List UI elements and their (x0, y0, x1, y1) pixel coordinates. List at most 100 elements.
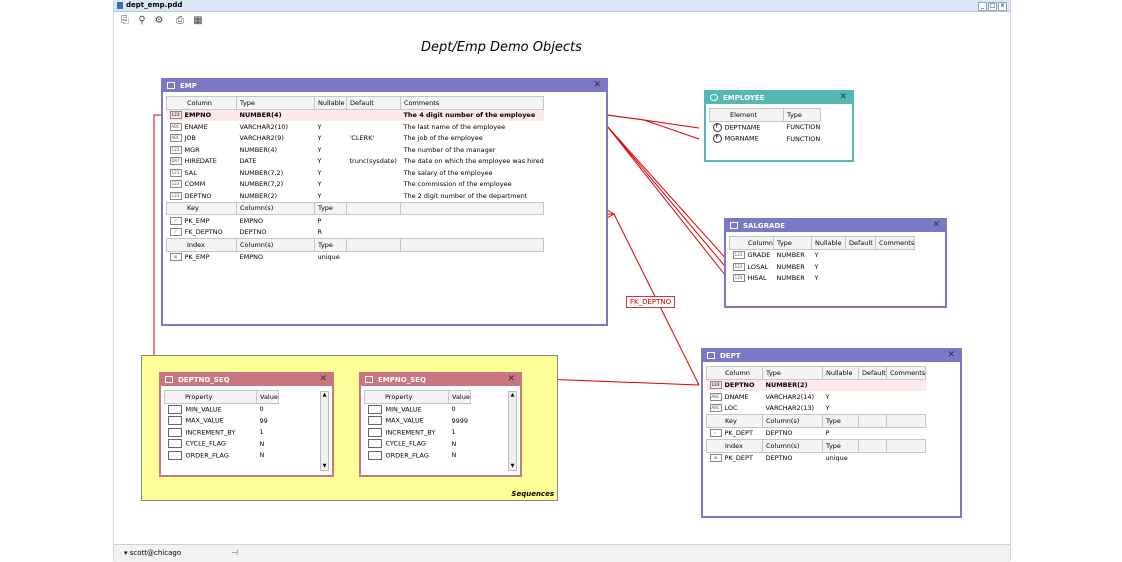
table-row[interactable]: INCREMENT_BY 1 (165, 427, 279, 439)
column-header[interactable]: Type (773, 236, 812, 250)
key-row[interactable]: ✓ FK_DEPTNO DEPTNO R (167, 227, 544, 239)
column-header[interactable]: Default (845, 236, 876, 250)
key-header[interactable]: Type (314, 201, 347, 215)
deptno-seq-header[interactable]: DEPTNO_SEQ ✕ (161, 374, 332, 386)
close-icon[interactable]: ✕ (507, 374, 515, 384)
column-header[interactable]: Type (783, 108, 821, 122)
vertical-scrollbar[interactable]: ▲ ▼ (320, 391, 329, 471)
column-header[interactable]: Column (166, 96, 237, 110)
table-row[interactable]: 123 DEPTNO NUMBER(2) (706, 379, 926, 391)
employee-header[interactable]: EMPLOYEE ✕ (706, 92, 852, 104)
key-row[interactable]: ✓ PK_DEPT DEPTNO P (707, 427, 926, 440)
column-header[interactable]: Property (364, 390, 449, 404)
column-header[interactable]: Column (729, 236, 774, 250)
table-row[interactable]: 123 MGR NUMBER(4) Y The number of the man… (167, 144, 544, 156)
table-row[interactable]: 123 LOSAL NUMBER Y (730, 261, 915, 273)
table-row[interactable]: DAT HIREDATE DATE Y trunc(sysdate) The da… (167, 156, 544, 168)
table-row[interactable]: ABC ENAME VARCHAR2(10) Y The last name of… (167, 121, 544, 133)
dept-table-panel[interactable]: DEPT ✕ Column Type Nullable Default Comm… (701, 348, 962, 518)
table-row[interactable]: MIN_VALUE 0 (165, 403, 279, 415)
table-row[interactable]: ABC DNAME VARCHAR2(14) Y (707, 391, 926, 403)
column-header[interactable]: Value (448, 390, 471, 404)
empno-seq-panel[interactable]: EMPNO_SEQ ✕ Property Value MIN_VALUE 0 MA… (359, 372, 522, 477)
index-header[interactable]: Type (822, 439, 859, 453)
table-row[interactable]: MAX_VALUE 99 (165, 415, 279, 427)
table-row[interactable]: 123 GRADE NUMBER Y (730, 249, 915, 261)
table-row[interactable]: MAX_VALUE 9999 (365, 415, 471, 427)
pin-icon[interactable]: ⊣ (231, 548, 238, 557)
table-row[interactable]: 123 EMPNO NUMBER(4) The 4 digit number of… (166, 109, 544, 121)
close-button[interactable]: × (998, 2, 1007, 11)
table-row[interactable]: 123 HISAL NUMBER Y (730, 273, 915, 285)
table-row[interactable]: ABC LOC VARCHAR2(13) Y (707, 403, 926, 415)
maximize-button[interactable]: □ (988, 2, 997, 11)
empno-seq-header[interactable]: EMPNO_SEQ ✕ (361, 374, 520, 386)
index-header[interactable]: Column(s) (236, 238, 315, 252)
scroll-up-icon[interactable]: ▲ (509, 392, 516, 399)
close-icon[interactable]: ✕ (947, 350, 955, 360)
column-header[interactable]: Nullable (314, 96, 347, 110)
close-icon[interactable]: ✕ (319, 374, 327, 384)
salgrade-header[interactable]: SALGRADE ✕ (726, 220, 945, 232)
column-header[interactable]: Nullable (811, 236, 846, 250)
grid-icon[interactable]: ▦ (192, 15, 204, 27)
table-row[interactable]: CYCLE_FLAG N (165, 438, 279, 450)
column-header[interactable]: Comments (399, 96, 545, 110)
fk-deptno-label[interactable]: FK_DEPTNO (626, 296, 676, 308)
vertical-scrollbar[interactable]: ▲ ▼ (508, 391, 517, 471)
dept-header[interactable]: DEPT ✕ (703, 350, 960, 362)
key-header[interactable]: Type (822, 414, 859, 428)
column-header[interactable]: Comments (885, 366, 927, 380)
employee-type-panel[interactable]: EMPLOYEE ✕ Element Type F DEPTNAME FUNCTI… (704, 90, 854, 162)
table-row[interactable]: F MGRNAME FUNCTION (710, 133, 820, 145)
key-header[interactable]: Column(s) (236, 201, 315, 215)
column-header[interactable]: Nullable (822, 366, 859, 380)
column-header[interactable]: Comments (874, 236, 916, 250)
table-row[interactable]: 123 DEPTNO NUMBER(2) Y The 2 digit number… (167, 190, 544, 202)
emp-table-panel[interactable]: EMP ✕ Column Type Nullable Default Comme… (161, 78, 608, 326)
column-header[interactable]: Column (706, 366, 763, 380)
table-row[interactable]: F DEPTNAME FUNCTION (710, 121, 820, 133)
index-row[interactable]: ⊞ PK_EMP EMPNO unique (167, 251, 544, 263)
key-header[interactable]: Column(s) (762, 414, 823, 428)
index-row[interactable]: ⊞ PK_DEPT DEPTNO unique (707, 452, 926, 464)
index-header[interactable]: Column(s) (762, 439, 823, 453)
column-header[interactable]: Element (709, 108, 784, 122)
key-row[interactable]: ✓ PK_EMP EMPNO P (167, 215, 544, 227)
column-header[interactable]: Value (256, 390, 279, 404)
salgrade-table-panel[interactable]: SALGRADE ✕ Column Type Nullable Default … (724, 218, 947, 308)
settings-icon[interactable]: ⚙ (153, 15, 165, 27)
table-row[interactable]: 123 SAL NUMBER(7,2) Y The salary of the e… (167, 167, 544, 179)
emp-header[interactable]: EMP ✕ (163, 80, 606, 92)
diagram-canvas[interactable]: Dept/Emp Demo Objects FK_DEPTNO EMP ✕ Co… (114, 30, 1010, 544)
index-header[interactable]: Index (166, 238, 237, 252)
table-row[interactable]: CYCLE_FLAG N (365, 438, 471, 450)
scroll-down-icon[interactable]: ▼ (509, 463, 516, 470)
scroll-up-icon[interactable]: ▲ (321, 392, 328, 399)
table-row[interactable]: 123 COMM NUMBER(7,2) Y The commission of … (167, 179, 544, 191)
column-header[interactable]: Type (762, 366, 823, 380)
connection-selector[interactable]: ▾ scott@chicago (124, 549, 181, 557)
close-icon[interactable]: ✕ (932, 220, 940, 230)
table-row[interactable]: MIN_VALUE 0 (365, 403, 471, 415)
index-header[interactable]: Type (314, 238, 347, 252)
column-header[interactable]: Type (236, 96, 315, 110)
column-header[interactable]: Default (858, 366, 887, 380)
key-header[interactable]: Key (706, 414, 763, 428)
close-icon[interactable]: ✕ (593, 80, 601, 90)
zoom-icon[interactable]: ⚲ (136, 15, 148, 27)
print-icon[interactable]: ⎙ (174, 15, 186, 27)
column-header[interactable]: Default (346, 96, 401, 110)
close-icon[interactable]: ✕ (839, 92, 847, 102)
table-row[interactable]: ABC JOB VARCHAR2(9) Y 'CLERK' The job of … (167, 133, 544, 145)
table-row[interactable]: ORDER_FLAG N (365, 450, 471, 462)
key-header[interactable]: Key (166, 201, 237, 215)
sequences-group[interactable]: Sequences DEPTNO_SEQ ✕ Property Value MI… (141, 355, 558, 501)
scroll-down-icon[interactable]: ▼ (321, 463, 328, 470)
column-header[interactable]: Property (164, 390, 257, 404)
table-row[interactable]: ORDER_FLAG N (165, 450, 279, 462)
table-row[interactable]: INCREMENT_BY 1 (365, 427, 471, 439)
deptno-seq-panel[interactable]: DEPTNO_SEQ ✕ Property Value MIN_VALUE 0 M… (159, 372, 334, 477)
minimize-button[interactable]: _ (978, 2, 987, 11)
new-diagram-icon[interactable]: ⎘ (119, 15, 131, 27)
